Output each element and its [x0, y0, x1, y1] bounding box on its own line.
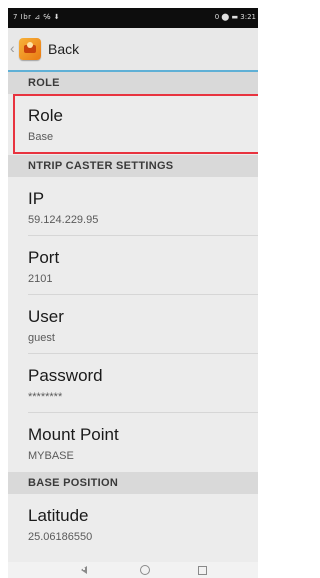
setting-item-role[interactable]: Role Base	[8, 94, 258, 154]
section-header-ntrip: NTRIP CASTER SETTINGS	[8, 155, 258, 177]
section-header-role: ROLE	[8, 72, 258, 94]
setting-item-ip[interactable]: IP 59.124.229.95	[8, 177, 258, 235]
phone-screen: 7 Ibr ⊿ ℅ ⬇ 0 ⬤ ▬ 3:21 ‹ Back ROLE Role …	[8, 8, 258, 578]
setting-item-port[interactable]: Port 2101	[8, 236, 258, 294]
android-nav-bar	[8, 562, 258, 578]
setting-title: Role	[28, 106, 63, 125]
status-right-indicators: 0 ⬤ ▬ 3:21	[215, 13, 256, 21]
setting-item-latitude[interactable]: Latitude 25.06186550	[8, 494, 258, 558]
setting-title: Port	[28, 248, 60, 267]
setting-item-mount-point[interactable]: Mount Point MYBASE	[8, 413, 258, 471]
back-chevron-icon: ‹	[10, 40, 15, 56]
back-button[interactable]: ‹ Back	[8, 28, 98, 70]
section-title: NTRIP CASTER SETTINGS	[28, 160, 174, 172]
setting-value: 25.06186550	[28, 531, 93, 543]
status-bar: 7 Ibr ⊿ ℅ ⬇ 0 ⬤ ▬ 3:21	[8, 8, 258, 28]
section-header-base-position: BASE POSITION	[8, 472, 258, 494]
nav-recents-icon[interactable]	[196, 564, 210, 576]
setting-value: MYBASE	[28, 450, 74, 462]
section-title: ROLE	[28, 77, 60, 89]
setting-title: User	[28, 307, 64, 326]
nav-home-icon[interactable]	[138, 564, 152, 576]
setting-value: 2101	[28, 273, 53, 285]
setting-title: Latitude	[28, 506, 89, 525]
setting-item-user[interactable]: User guest	[8, 295, 258, 353]
setting-value: Base	[28, 131, 54, 143]
setting-value: ********	[28, 391, 63, 403]
app-bar: ‹ Back	[8, 28, 258, 72]
setting-title: Password	[28, 366, 103, 385]
back-label: Back	[48, 41, 80, 57]
status-right-text: 0 ⬤ ▬ 3:21	[214, 13, 256, 21]
setting-title: IP	[28, 189, 45, 208]
section-title: BASE POSITION	[28, 477, 119, 489]
setting-value: 59.124.229.95	[28, 214, 99, 226]
setting-item-password[interactable]: Password ********	[8, 354, 258, 412]
setting-value: guest	[28, 332, 55, 344]
app-icon	[19, 38, 41, 60]
status-left-indicators: 7 Ibr ⊿ ℅ ⬇	[13, 13, 61, 21]
setting-title: Mount Point	[28, 425, 119, 444]
nav-back-icon[interactable]	[78, 564, 92, 576]
